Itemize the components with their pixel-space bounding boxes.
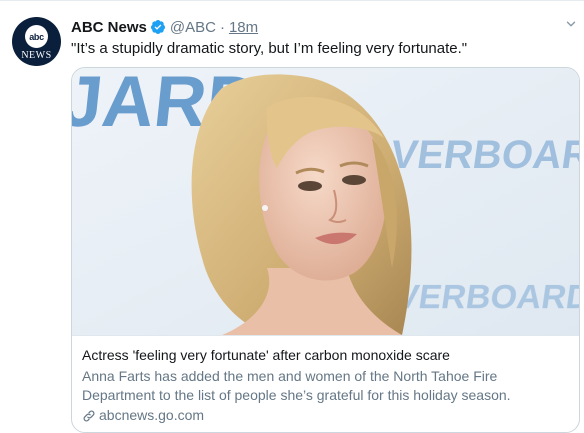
news-logo-word: NEWS bbox=[21, 50, 52, 61]
timestamp-link[interactable]: 18m bbox=[229, 19, 258, 36]
author-handle[interactable]: @ABC bbox=[170, 19, 216, 36]
card-description: Anna Farts has added the men and women o… bbox=[82, 368, 511, 403]
card-domain-text[interactable]: abcnews.go.com bbox=[99, 406, 204, 425]
tweet-text: "It’s a stupidly dramatic story, but I’m… bbox=[71, 40, 468, 57]
card-domain[interactable]: abcnews.go.com bbox=[82, 406, 571, 425]
verified-badge-icon bbox=[150, 20, 165, 34]
author-name[interactable]: ABC News bbox=[71, 19, 147, 36]
card-body[interactable]: Actress 'feeling very fortunate' after c… bbox=[72, 335, 579, 425]
abc-logo: abc bbox=[25, 25, 48, 48]
separator-dot: · bbox=[219, 18, 225, 36]
avatar[interactable]: abc NEWS bbox=[12, 17, 61, 66]
tweet-header: ABC News @ABC · 18m bbox=[71, 17, 258, 37]
card-title[interactable]: Actress 'feeling very fortunate' after c… bbox=[82, 346, 571, 365]
chevron-down-icon[interactable] bbox=[564, 17, 578, 31]
card-photo: JARD OVERBOARD OVERBOARD bbox=[72, 68, 579, 335]
link-card[interactable]: JARD OVERBOARD OVERBOARD Actress 'feelin… bbox=[71, 67, 580, 433]
link-icon bbox=[83, 410, 95, 421]
tweet[interactable]: abc NEWS ABC News @ABC · 18m "It’s a stu… bbox=[0, 0, 584, 433]
card-image[interactable]: JARD OVERBOARD OVERBOARD bbox=[72, 68, 579, 335]
